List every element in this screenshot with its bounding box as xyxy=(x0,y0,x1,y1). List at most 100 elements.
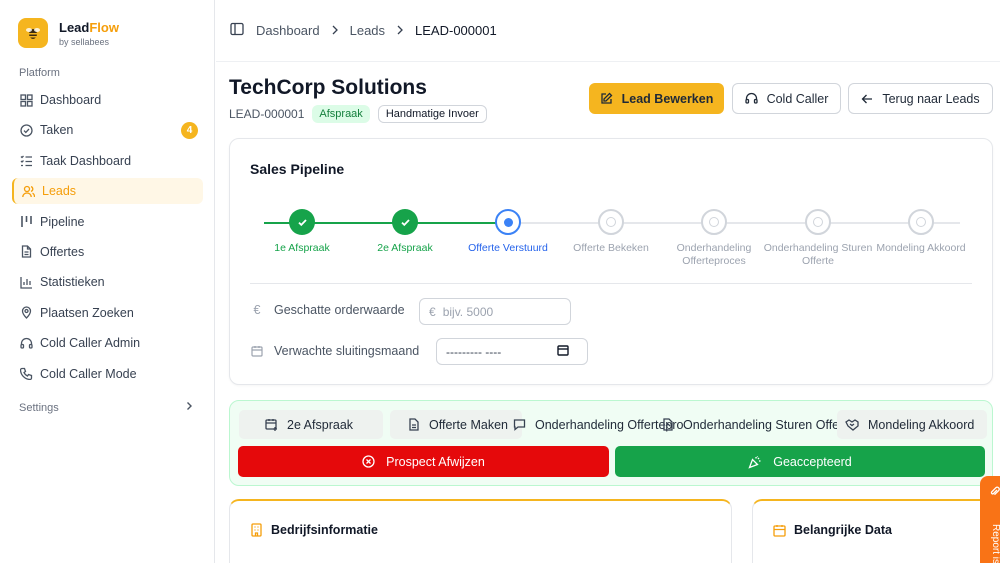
page-title: TechCorp Solutions xyxy=(229,76,427,99)
calendar-plus-icon xyxy=(265,418,278,431)
step-label: Mondeling Akkoord xyxy=(876,242,966,254)
sidebar-item-plaatsen-zoeken[interactable]: Plaatsen Zoeken xyxy=(12,300,203,326)
edit-icon xyxy=(600,92,613,105)
pipeline-step[interactable]: Onderhandeling Sturen Offerte xyxy=(763,209,873,268)
pipeline-title: Sales Pipeline xyxy=(250,161,345,177)
sidebar-item-cold-caller-admin[interactable]: Cold Caller Admin xyxy=(12,330,203,356)
party-popper-icon xyxy=(748,455,762,469)
message-icon xyxy=(513,418,526,431)
accept-label: Geaccepteerd xyxy=(773,454,852,469)
status-badge: Afspraak xyxy=(312,105,370,123)
settings-toggle[interactable]: Settings xyxy=(19,401,194,414)
sidebar: LeadFlow by sellabees Platform Dashboard… xyxy=(0,0,215,563)
pipeline-step[interactable]: Mondeling Akkoord xyxy=(866,209,976,255)
divider xyxy=(250,283,972,284)
source-badge: Handmatige Invoer xyxy=(377,105,487,123)
file-icon xyxy=(19,245,33,259)
sidebar-item-leads[interactable]: Leads xyxy=(12,178,203,205)
pending-step-icon xyxy=(805,209,831,235)
euro-prefix: € xyxy=(429,304,436,319)
pipeline-step[interactable]: 1e Afspraak xyxy=(247,209,357,255)
stage-actions: 2e Afspraak Offerte Maken Onderhandeling… xyxy=(229,400,993,486)
file-send-icon xyxy=(662,418,674,431)
check-icon xyxy=(289,209,315,235)
calendar-icon xyxy=(773,524,786,537)
company-info-card: Bedrijfsinformatie xyxy=(229,499,732,563)
action-mondeling-akkoord-button[interactable]: Mondeling Akkoord xyxy=(837,410,987,439)
sidebar-item-label: Leads xyxy=(42,184,77,199)
action-onderhandeling-offerteproces-button[interactable]: Onderhandeling Offerteproces xyxy=(513,410,683,439)
sidebar-item-label: Taak Dashboard xyxy=(40,153,132,168)
action-2e-afspraak-button[interactable]: 2e Afspraak xyxy=(239,410,383,439)
chevron-right-icon xyxy=(396,23,404,38)
step-label: Offerte Bekeken xyxy=(573,242,649,254)
close-month-input[interactable]: --------- ---- xyxy=(436,338,588,365)
brand-name: LeadFlow xyxy=(59,19,119,35)
brand[interactable]: LeadFlow by sellabees xyxy=(18,18,119,48)
action-onderhandeling-sturen-button[interactable]: Onderhandeling Sturen Offerte xyxy=(662,410,842,439)
company-info-label: Bedrijfsinformatie xyxy=(271,523,378,537)
step-label: 1e Afspraak xyxy=(274,242,330,254)
euro-icon: € xyxy=(253,303,261,317)
pipeline-icon xyxy=(19,215,33,229)
sidebar-item-label: Pipeline xyxy=(40,214,85,229)
close-month-label: Verwachte sluitingsmaand xyxy=(274,344,420,358)
accept-button[interactable]: Geaccepteerd xyxy=(615,446,985,477)
sidebar-item-taak-dashboard[interactable]: Taak Dashboard xyxy=(12,148,203,174)
pipeline-step[interactable]: Offerte Bekeken xyxy=(556,209,666,255)
list-check-icon xyxy=(19,154,33,168)
sidebar-item-label: Plaatsen Zoeken xyxy=(40,305,134,320)
back-to-leads-button[interactable]: Terug naar Leads xyxy=(848,83,993,114)
users-icon xyxy=(21,184,35,198)
reject-label: Prospect Afwijzen xyxy=(386,454,485,469)
action-label: 2e Afspraak xyxy=(287,417,354,432)
step-label: Onderhandeling Sturen Offerte xyxy=(763,242,873,267)
order-value-input[interactable]: € bijv. 5000 xyxy=(419,298,571,325)
edit-lead-button[interactable]: Lead Bewerken xyxy=(589,83,724,114)
action-label: Offerte Maken xyxy=(429,417,508,432)
step-label: Onderhandeling Offerteproces xyxy=(676,242,752,267)
phone-icon xyxy=(19,367,33,381)
breadcrumb-current: LEAD-000001 xyxy=(415,23,497,38)
pipeline-step[interactable]: Offerte Verstuurd xyxy=(453,209,563,255)
calendar-picker-icon[interactable] xyxy=(557,344,569,359)
reject-prospect-button[interactable]: Prospect Afwijzen xyxy=(238,446,609,477)
pending-step-icon xyxy=(701,209,727,235)
sidebar-item-label: Taken xyxy=(40,123,74,138)
check-icon xyxy=(392,209,418,235)
action-label: Onderhandeling Offerteproces xyxy=(535,417,683,432)
pipeline-step[interactable]: Onderhandeling Offerteproces xyxy=(659,209,769,268)
building-icon xyxy=(250,523,263,537)
file-text-icon xyxy=(408,418,420,431)
close-month-row: Verwachte sluitingsmaand xyxy=(250,344,419,358)
bee-logo-icon xyxy=(18,18,48,48)
chevron-right-icon xyxy=(184,401,194,414)
sidebar-item-cold-caller-mode[interactable]: Cold Caller Mode xyxy=(12,361,203,387)
action-offerte-maken-button[interactable]: Offerte Maken xyxy=(390,410,522,439)
sidebar-item-offertes[interactable]: Offertes xyxy=(12,239,203,265)
cold-caller-button[interactable]: Cold Caller xyxy=(732,83,841,114)
close-month-value: --------- ---- xyxy=(446,344,502,359)
sidebar-item-statistieken[interactable]: Statistieken xyxy=(12,269,203,295)
sidebar-item-pipeline[interactable]: Pipeline xyxy=(12,209,203,235)
nav-section-label: Platform xyxy=(19,67,60,79)
chevron-right-icon xyxy=(331,23,339,38)
sidebar-item-dashboard[interactable]: Dashboard xyxy=(12,87,203,113)
pipeline-step[interactable]: 2e Afspraak xyxy=(350,209,460,255)
breadcrumb-leads[interactable]: Leads xyxy=(350,23,385,38)
sales-pipeline-card: Sales Pipeline 1e Afspraak 2e Afspraak O… xyxy=(229,138,993,385)
important-dates-label: Belangrijke Data xyxy=(794,523,892,537)
breadcrumb-dashboard[interactable]: Dashboard xyxy=(256,23,320,38)
sidebar-toggle-icon[interactable] xyxy=(230,22,244,39)
calendar-icon xyxy=(250,345,264,357)
important-dates-title: Belangrijke Data xyxy=(773,523,892,537)
sidebar-item-label: Cold Caller Admin xyxy=(40,336,141,351)
report-issue-label: Report issue xyxy=(990,524,1000,563)
sidebar-item-taken[interactable]: Taken 4 xyxy=(12,117,203,143)
step-label: 2e Afspraak xyxy=(377,242,433,254)
report-issue-tab[interactable]: Report issue xyxy=(980,476,1000,563)
order-value-row: € Geschatte orderwaarde xyxy=(250,303,405,317)
topbar: Dashboard Leads LEAD-000001 xyxy=(216,0,1000,62)
sidebar-item-label: Statistieken xyxy=(40,275,105,290)
headset-icon xyxy=(19,336,33,350)
